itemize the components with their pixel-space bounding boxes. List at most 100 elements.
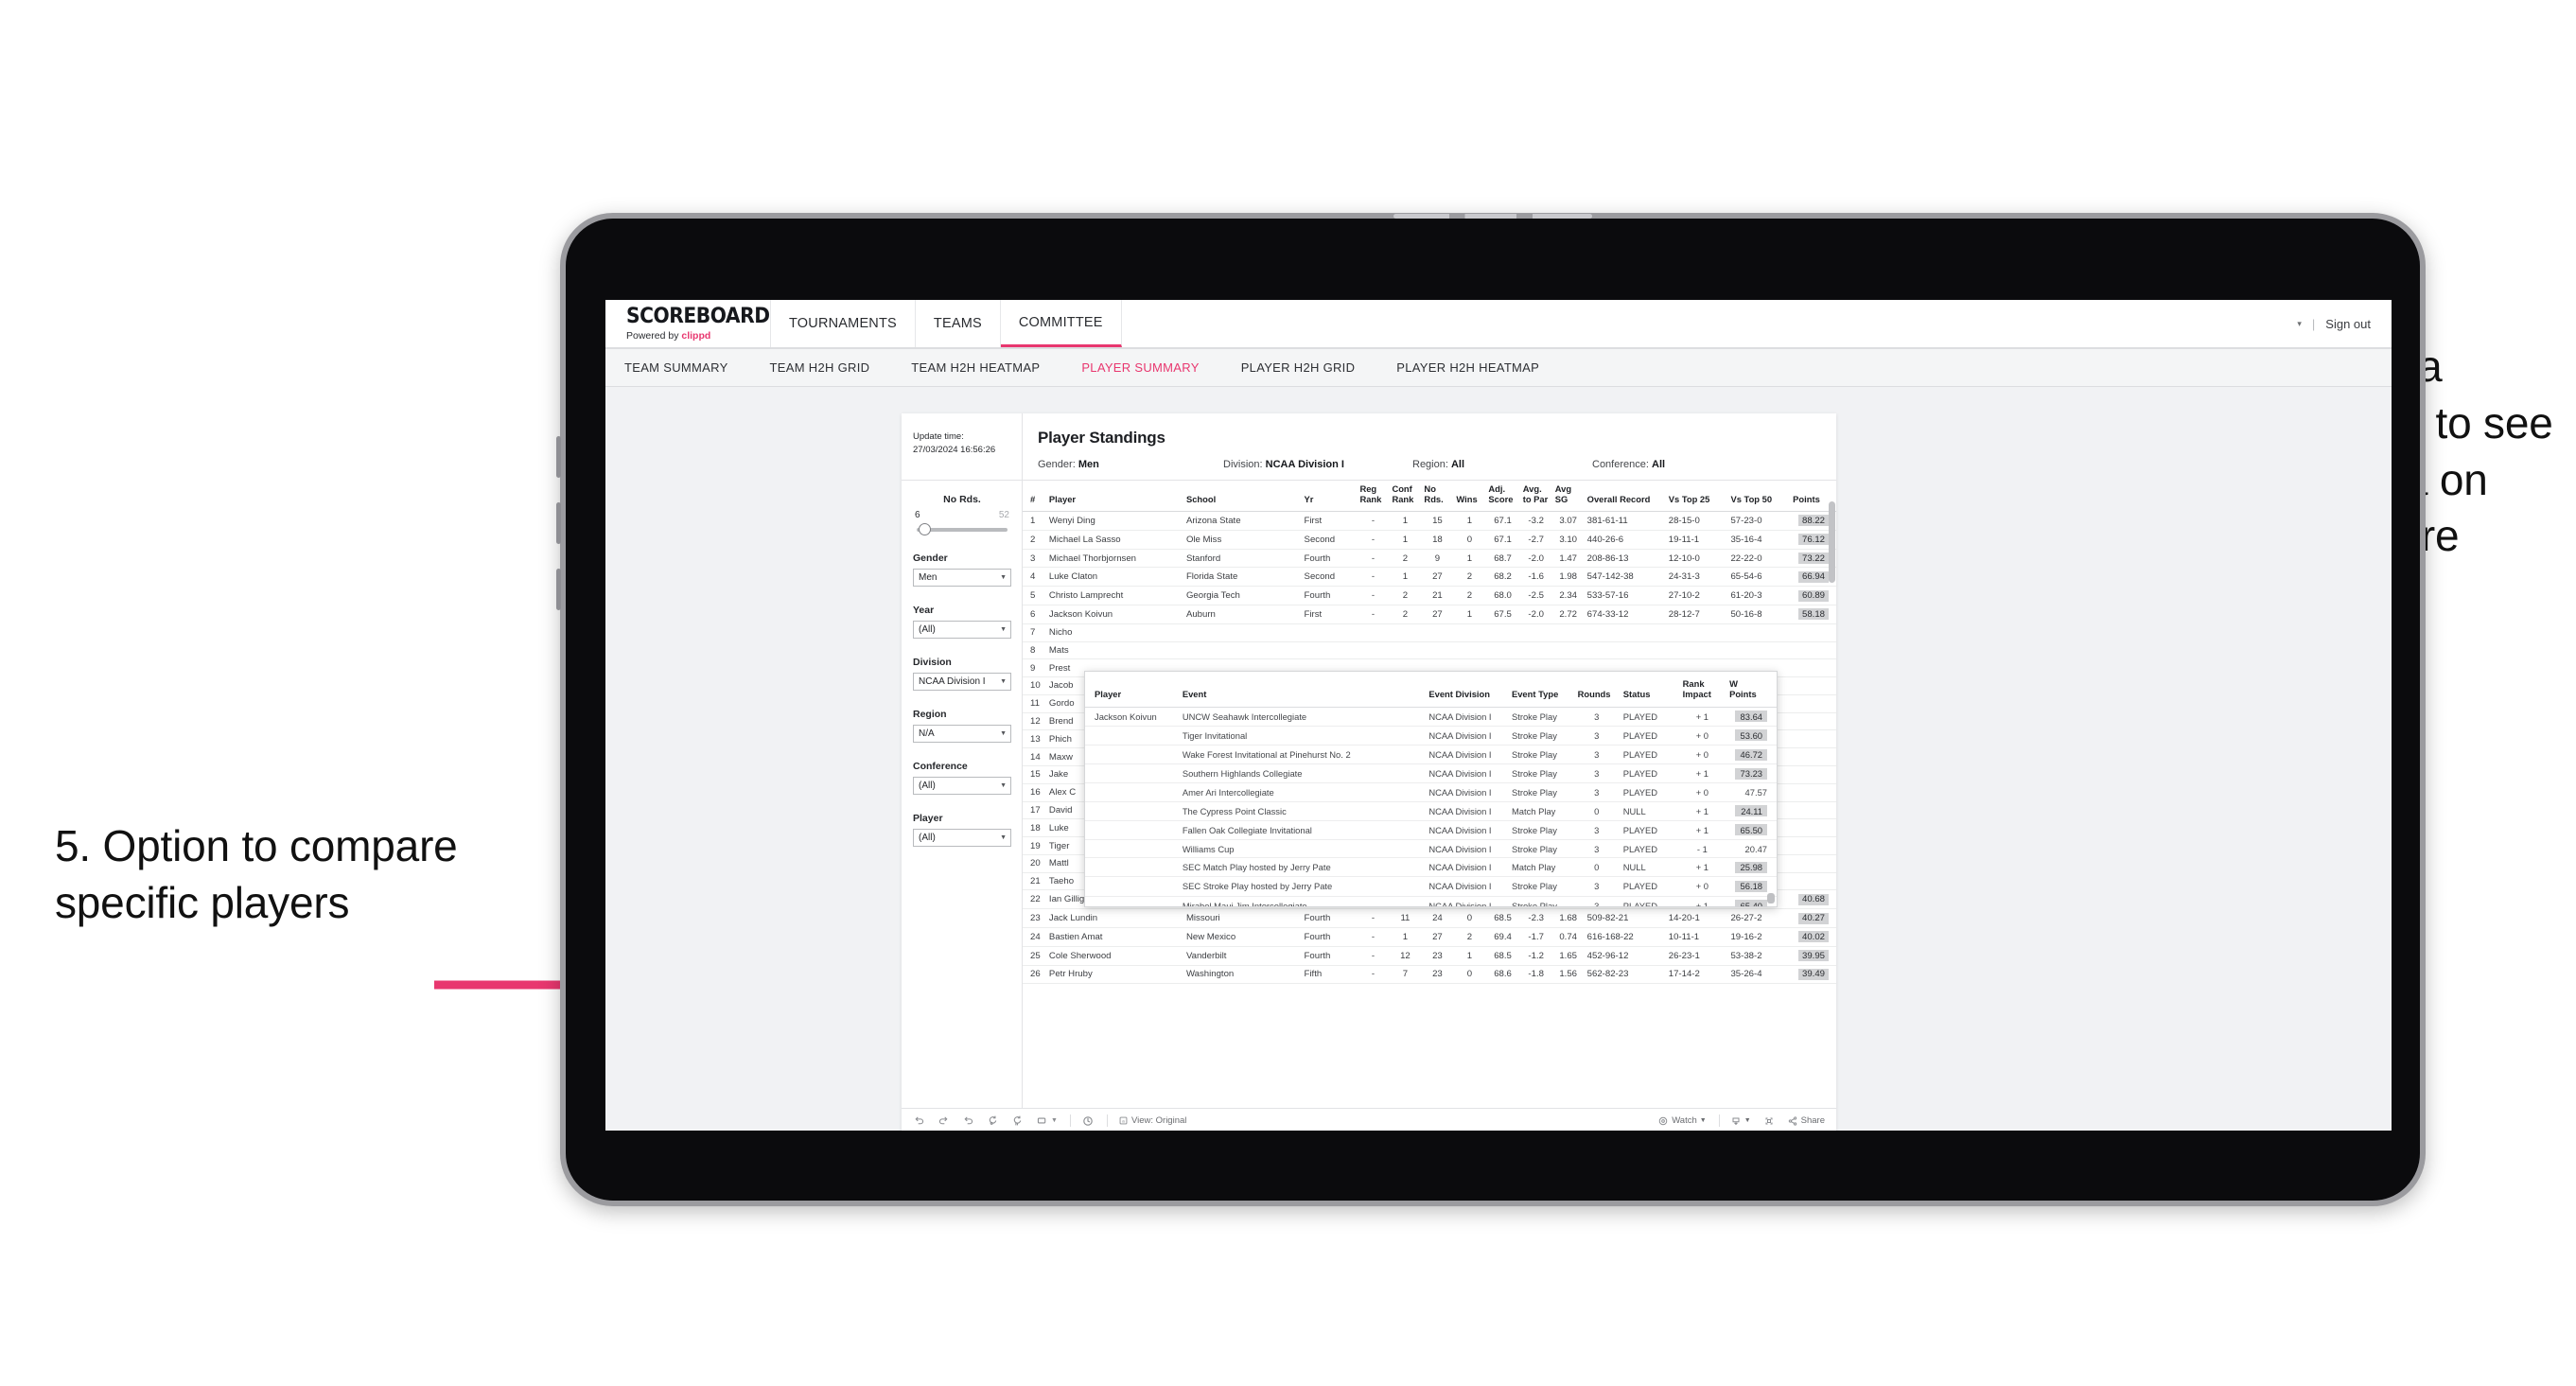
slider-track[interactable] <box>917 523 1008 535</box>
refresh-icon[interactable] <box>987 1114 999 1127</box>
table-row[interactable]: 8 Mats <box>1023 641 1836 660</box>
download-button[interactable]: ▼ <box>1730 1115 1751 1127</box>
filter-division-value: NCAA Division I <box>919 676 986 687</box>
table-row[interactable]: 23 Jack Lundin Missouri Fourth -11 24 0 68.5 -2.… <box>1023 908 1836 929</box>
table-row[interactable]: 24 Bastien Amat New Mexico Fourth -1 27 2 69.4-… <box>1023 927 1836 947</box>
tooltip-row: Mirabel Maui Jim Intercollegiate NCAA Div… <box>1085 896 1777 906</box>
viz-header: Update time: 27/03/2024 16:56:26 Player … <box>902 413 1836 481</box>
col-yr[interactable]: Yr <box>1301 481 1358 513</box>
table-row[interactable]: 4 Luke Claton Florida State Second -1 27 2 68.2… <box>1023 567 1836 588</box>
subnav-item-team-h2h-heatmap[interactable]: TEAM H2H HEATMAP <box>911 360 1060 375</box>
cell-yr: First <box>1301 511 1358 531</box>
tt-cell-event: Amer Ari Intercollegiate <box>1178 782 1426 802</box>
app-logo[interactable]: SCOREBOARD Powered by clippd <box>605 300 771 347</box>
watch-button[interactable]: Watch ▼ <box>1657 1115 1707 1127</box>
subnav-item-player-h2h-grid[interactable]: PLAYER H2H GRID <box>1241 360 1376 375</box>
col-avg-sg[interactable]: Avg SG <box>1551 481 1585 513</box>
tt-cell-event-type: Stroke Play <box>1507 896 1574 906</box>
col-rank[interactable]: # <box>1023 481 1046 513</box>
subnav-item-team-summary[interactable]: TEAM SUMMARY <box>624 360 749 375</box>
cell-points[interactable]: 58.18 <box>1790 605 1836 624</box>
topnav-item-tournaments[interactable]: TOURNAMENTS <box>771 300 916 347</box>
logo-wordmark: SCOREBOARD <box>626 304 770 328</box>
reset-icon[interactable] <box>1081 1114 1095 1128</box>
table-row[interactable]: 6 Jackson Koivun Auburn First -2 27 1 67.5 -2.0 2… <box>1023 605 1836 624</box>
col-vs-top-25[interactable]: Vs Top 25 <box>1665 481 1728 513</box>
device-layout-icon[interactable]: ▼ <box>1036 1114 1058 1127</box>
slider-handle[interactable] <box>919 523 931 535</box>
chevron-down-icon[interactable]: ▼ <box>1700 1117 1707 1124</box>
col-no-rds[interactable]: No Rds. <box>1421 481 1454 513</box>
col-vs-top-50[interactable]: Vs Top 50 <box>1727 481 1791 513</box>
cell-conf-rank: 2 <box>1389 586 1422 605</box>
cell-reg-rank: - <box>1357 511 1390 531</box>
col-wins[interactable]: Wins <box>1453 481 1486 513</box>
w-points-pill: 24.11 <box>1735 805 1767 817</box>
tt-cell-event-type: Match Play <box>1507 801 1574 821</box>
topnav-item-committee[interactable]: COMMITTEE <box>1000 300 1122 347</box>
sign-out-link[interactable]: Sign out <box>2325 317 2371 331</box>
undo-icon[interactable] <box>913 1114 925 1127</box>
col-conf-rank[interactable]: Conf Rank <box>1389 481 1422 513</box>
cell-points[interactable]: 40.68 <box>1790 889 1836 910</box>
tt-cell-event: SEC Match Play hosted by Jerry Pate <box>1178 857 1426 878</box>
cell-vs-top-50: 26-27-2 <box>1727 908 1791 929</box>
pause-icon[interactable] <box>1011 1114 1024 1127</box>
subnav-item-team-h2h-grid[interactable]: TEAM H2H GRID <box>770 360 891 375</box>
filter-conference-select[interactable]: (All) ▼ <box>913 777 1011 795</box>
subnav-item-player-h2h-heatmap[interactable]: PLAYER H2H HEATMAP <box>1396 360 1560 375</box>
table-row[interactable]: 2 Michael La Sasso Ole Miss Second -1 18 0 67.1… <box>1023 530 1836 550</box>
slider-min-value: 6 <box>915 510 920 520</box>
col-reg-rank[interactable]: Reg Rank <box>1357 481 1390 513</box>
col-school[interactable]: School <box>1183 481 1302 513</box>
subnav-item-player-summary[interactable]: PLAYER SUMMARY <box>1081 360 1219 375</box>
col-adj-score[interactable]: Adj. Score <box>1485 481 1520 513</box>
redo-icon[interactable] <box>938 1114 950 1127</box>
cell-adj-score: 68.2 <box>1485 567 1520 588</box>
cell-vs-top-25: 28-12-7 <box>1665 605 1728 624</box>
filter-player-select[interactable]: (All) ▼ <box>913 829 1011 847</box>
tooltip-header: Player Event Event Division Event Type R… <box>1085 672 1777 708</box>
col-avg-to-par[interactable]: Avg. to Par <box>1519 481 1552 513</box>
filter-region-label: Region <box>913 709 947 720</box>
tooltip-table: Player Event Event Division Event Type R… <box>1085 672 1777 906</box>
col-overall-record[interactable]: Overall Record <box>1584 481 1666 513</box>
table-vertical-scrollbar[interactable] <box>1829 501 1835 583</box>
tooltip-scrollbar[interactable] <box>1767 893 1775 904</box>
table-row[interactable]: 26 Petr Hruby Washington Fifth -7 23 0 68.6 -1.8… <box>1023 965 1836 985</box>
tt-cell-event-division: NCAA Division I <box>1425 801 1508 821</box>
view-original-button[interactable]: a View: Original <box>1118 1115 1186 1126</box>
cell-vs-top-50: 22-22-0 <box>1727 549 1791 569</box>
filter-year-label: Year <box>913 605 935 616</box>
cell-points[interactable]: 40.27 <box>1790 908 1836 929</box>
topnav-item-teams[interactable]: TEAMS <box>916 300 1001 347</box>
col-player[interactable]: Player <box>1045 481 1183 513</box>
cell-rank: 26 <box>1023 965 1046 985</box>
tt-cell-status: PLAYED <box>1619 745 1679 765</box>
filter-year-select[interactable]: (All) ▼ <box>913 621 1011 639</box>
table-row[interactable]: 5 Christo Lamprecht Georgia Tech Fourth -2 21… <box>1023 586 1836 605</box>
cell-vs-top-50: 65-54-6 <box>1727 567 1791 588</box>
filter-division-select[interactable]: NCAA Division I ▼ <box>913 673 1011 691</box>
w-points-pill: 53.60 <box>1735 729 1767 742</box>
table-row[interactable]: 1 Wenyi Ding Arizona State First -1 15 1 67.1 -3… <box>1023 511 1836 531</box>
fullscreen-icon[interactable] <box>1763 1115 1775 1127</box>
tt-cell-w-points: 53.60 <box>1726 726 1777 746</box>
table-row[interactable]: 3 Michael Thorbjornsen Stanford Fourth -2 9 1 6… <box>1023 549 1836 569</box>
tt-cell-w-points: 20.47 <box>1726 839 1777 859</box>
chevron-down-icon[interactable]: ▾ <box>2297 319 2302 329</box>
filter-gender-select[interactable]: Men ▼ <box>913 569 1011 587</box>
share-button[interactable]: Share <box>1787 1115 1825 1127</box>
table-row[interactable]: 25 Cole Sherwood Vanderbilt Fourth -12 23 1 68.… <box>1023 946 1836 966</box>
table-row[interactable]: 7 Nicho <box>1023 623 1836 642</box>
cell-points[interactable]: 40.02 <box>1790 927 1836 947</box>
cell-points[interactable]: 39.95 <box>1790 946 1836 966</box>
revert-icon[interactable] <box>962 1114 974 1127</box>
tt-cell-player <box>1085 896 1179 906</box>
cell-points[interactable]: 39.49 <box>1790 965 1836 985</box>
filter-region-select[interactable]: N/A ▼ <box>913 725 1011 743</box>
cell-points[interactable]: 60.89 <box>1790 586 1836 605</box>
chevron-down-icon[interactable]: ▼ <box>1744 1117 1751 1124</box>
chevron-down-icon[interactable]: ▼ <box>1051 1117 1058 1124</box>
cell-conf-rank: 2 <box>1389 549 1422 569</box>
